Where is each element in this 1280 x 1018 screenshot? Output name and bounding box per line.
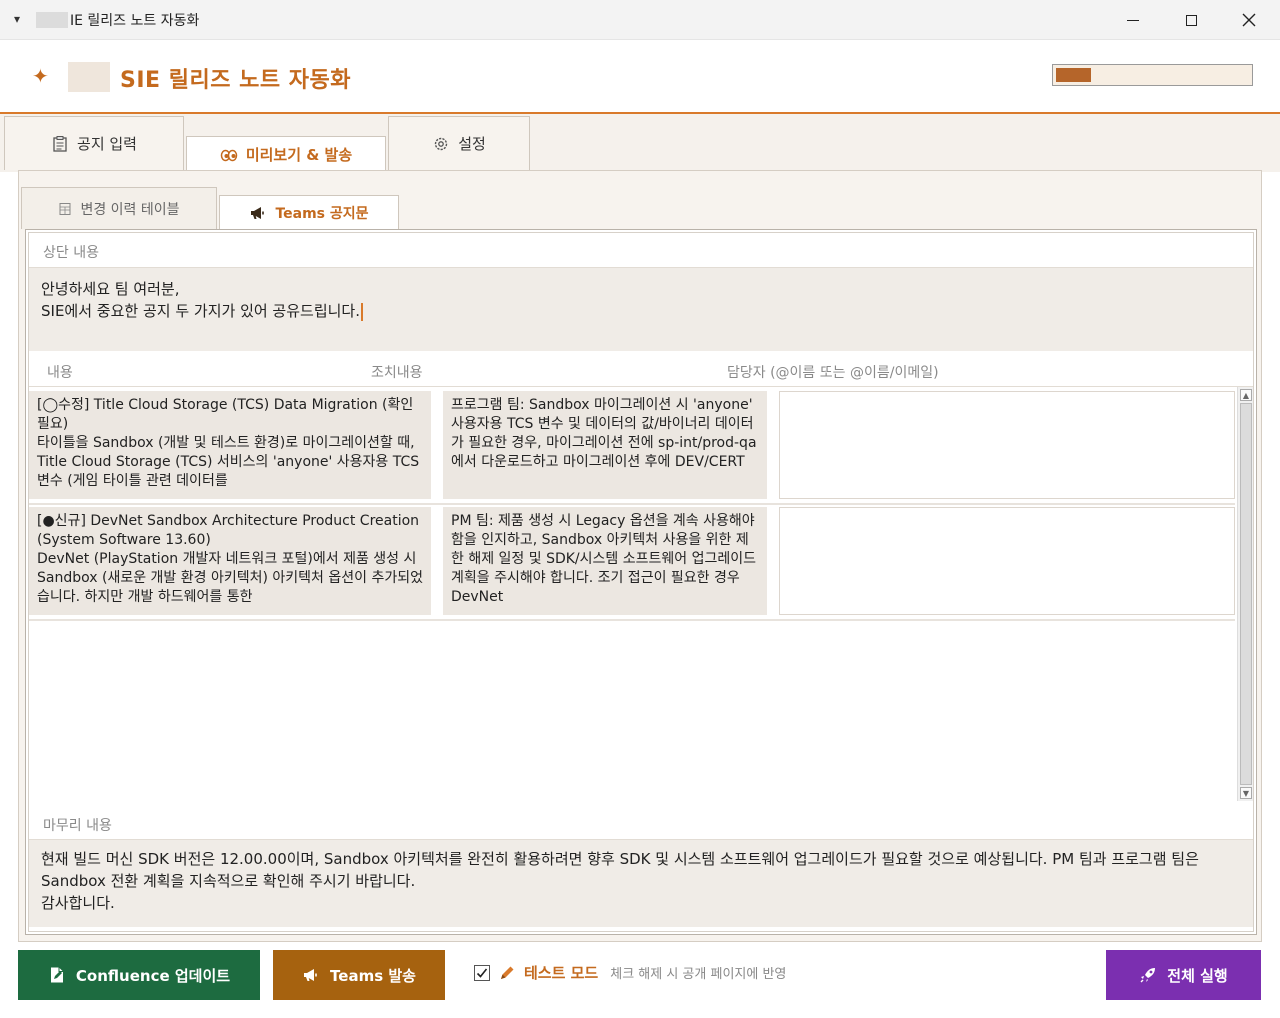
test-mode-label: 테스트 모드	[524, 964, 599, 982]
app-title: SIE 릴리즈 노트 자동화	[120, 68, 351, 93]
rows-scrollbar[interactable]: ▲ ▼	[1237, 387, 1253, 801]
action-footer: Confluence 업데이트 Teams 발송 테스트 모드 체크 해제 시 …	[0, 942, 1280, 1018]
maximize-button[interactable]	[1162, 0, 1220, 40]
redacted-block	[36, 12, 68, 28]
minimize-icon	[1127, 19, 1139, 21]
close-icon	[1242, 13, 1256, 27]
megaphone-icon	[304, 969, 317, 981]
notice-editor: 상단 내용 안녕하세요 팀 여러분, SIE에서 중요한 공지 두 가지가 있어…	[28, 232, 1254, 932]
minimize-button[interactable]	[1104, 0, 1162, 40]
teams-notice-content: 상단 내용 안녕하세요 팀 여러분, SIE에서 중요한 공지 두 가지가 있어…	[25, 229, 1257, 935]
main-tab-bar: 공지 입력 미리보기 & 발송 설정	[0, 114, 1280, 172]
test-mode-checkbox[interactable]	[474, 964, 490, 981]
gear-icon	[434, 137, 448, 150]
test-mode-hint: 체크 해제 시 공개 페이지에 반영	[610, 967, 787, 982]
subtab-teams-notice[interactable]: Teams 공지문	[219, 195, 399, 229]
progress-fill	[1056, 68, 1091, 82]
pencil-icon	[501, 966, 514, 979]
rocket-icon	[1140, 968, 1156, 983]
row-action-cell[interactable]: PM 팀: 제품 생성 시 Legacy 옵션을 계속 사용해야 함을 인지하고…	[443, 507, 767, 615]
test-mode-toggle[interactable]: 테스트 모드 체크 해제 시 공개 페이지에 반영	[474, 962, 786, 983]
row-content-cell[interactable]: [◯수정] Title Cloud Storage (TCS) Data Mig…	[29, 391, 431, 499]
subtab-change-history[interactable]: 변경 이력 테이블	[21, 187, 217, 229]
table-row: [◯수정] Title Cloud Storage (TCS) Data Mig…	[29, 391, 1235, 503]
run-all-button[interactable]: 전체 실행	[1106, 950, 1261, 1000]
sparkle-icon: ✦	[32, 64, 49, 88]
subtab-label: 변경 이력 테이블	[80, 201, 180, 218]
preview-panel: 변경 이력 테이블 Teams 공지문 상단 내용 안녕하세요 팀 여러분, S…	[18, 170, 1262, 942]
close-button[interactable]	[1220, 0, 1278, 40]
top-section-text: 안녕하세요 팀 여러분, SIE에서 중요한 공지 두 가지가 있어 공유드립니…	[41, 280, 361, 320]
row-divider	[29, 503, 1235, 505]
app-icon: ▾	[14, 12, 21, 26]
row-divider	[29, 619, 1235, 621]
tab-preview-send[interactable]: 미리보기 & 발송	[186, 136, 386, 172]
column-headers: 내용 조치내용 담당자 (@이름 또는 @이름/이메일)	[29, 353, 1253, 387]
subtab-label: Teams 공지문	[275, 205, 369, 222]
top-section-textarea[interactable]: 안녕하세요 팀 여러분, SIE에서 중요한 공지 두 가지가 있어 공유드립니…	[29, 267, 1253, 351]
row-content-cell[interactable]: [●신규] DevNet Sandbox Architecture Produc…	[29, 507, 431, 615]
tab-label: 미리보기 & 발송	[245, 146, 353, 164]
owner-value	[780, 508, 1234, 614]
confluence-update-button[interactable]: Confluence 업데이트	[18, 950, 260, 1000]
tab-label: 공지 입력	[77, 135, 137, 153]
document-edit-icon	[50, 967, 63, 983]
scroll-thumb[interactable]	[1240, 403, 1252, 785]
row-action-cell[interactable]: 프로그램 팀: Sandbox 마이그레이션 시 'anyone' 사용자용 T…	[443, 391, 767, 499]
scroll-down-icon[interactable]: ▼	[1240, 787, 1252, 799]
scroll-up-icon[interactable]: ▲	[1240, 389, 1252, 401]
notice-rows: [◯수정] Title Cloud Storage (TCS) Data Mig…	[29, 387, 1253, 801]
table-row: [●신규] DevNet Sandbox Architecture Produc…	[29, 507, 1235, 619]
button-label: Confluence 업데이트	[75, 966, 231, 985]
redacted-logo	[68, 62, 110, 92]
column-header-action: 조치내용	[371, 365, 423, 381]
teams-send-button[interactable]: Teams 발송	[273, 950, 445, 1000]
button-label: Teams 발송	[330, 966, 416, 985]
tab-settings[interactable]: 설정	[388, 116, 530, 170]
progress-bar	[1052, 64, 1253, 86]
checkmark-icon	[476, 968, 488, 978]
bottom-section-textarea[interactable]: 현재 빌드 머신 SDK 버전은 12.00.00이며, Sandbox 아키텍…	[29, 839, 1253, 927]
table-icon	[59, 202, 71, 215]
column-header-owner: 담당자 (@이름 또는 @이름/이메일)	[727, 365, 939, 381]
owner-value	[780, 392, 1234, 498]
window-titlebar: ▾ IE 릴리즈 노트 자동화	[0, 0, 1280, 40]
clipboard-icon	[53, 135, 67, 152]
maximize-icon	[1185, 14, 1197, 26]
window-title: IE 릴리즈 노트 자동화	[70, 13, 200, 29]
row-owner-input[interactable]	[779, 507, 1235, 615]
app-header: ✦ SIE 릴리즈 노트 자동화	[0, 40, 1280, 114]
text-caret	[361, 302, 364, 321]
bottom-section-label: 마무리 내용	[43, 818, 112, 834]
megaphone-icon	[251, 206, 265, 219]
eyes-icon	[220, 149, 238, 161]
tab-notice-input[interactable]: 공지 입력	[4, 116, 184, 170]
tab-label: 설정	[458, 135, 486, 153]
row-owner-input[interactable]	[779, 391, 1235, 499]
top-section-label: 상단 내용	[43, 245, 99, 261]
column-header-content: 내용	[47, 365, 73, 381]
button-label: 전체 실행	[1167, 966, 1228, 985]
